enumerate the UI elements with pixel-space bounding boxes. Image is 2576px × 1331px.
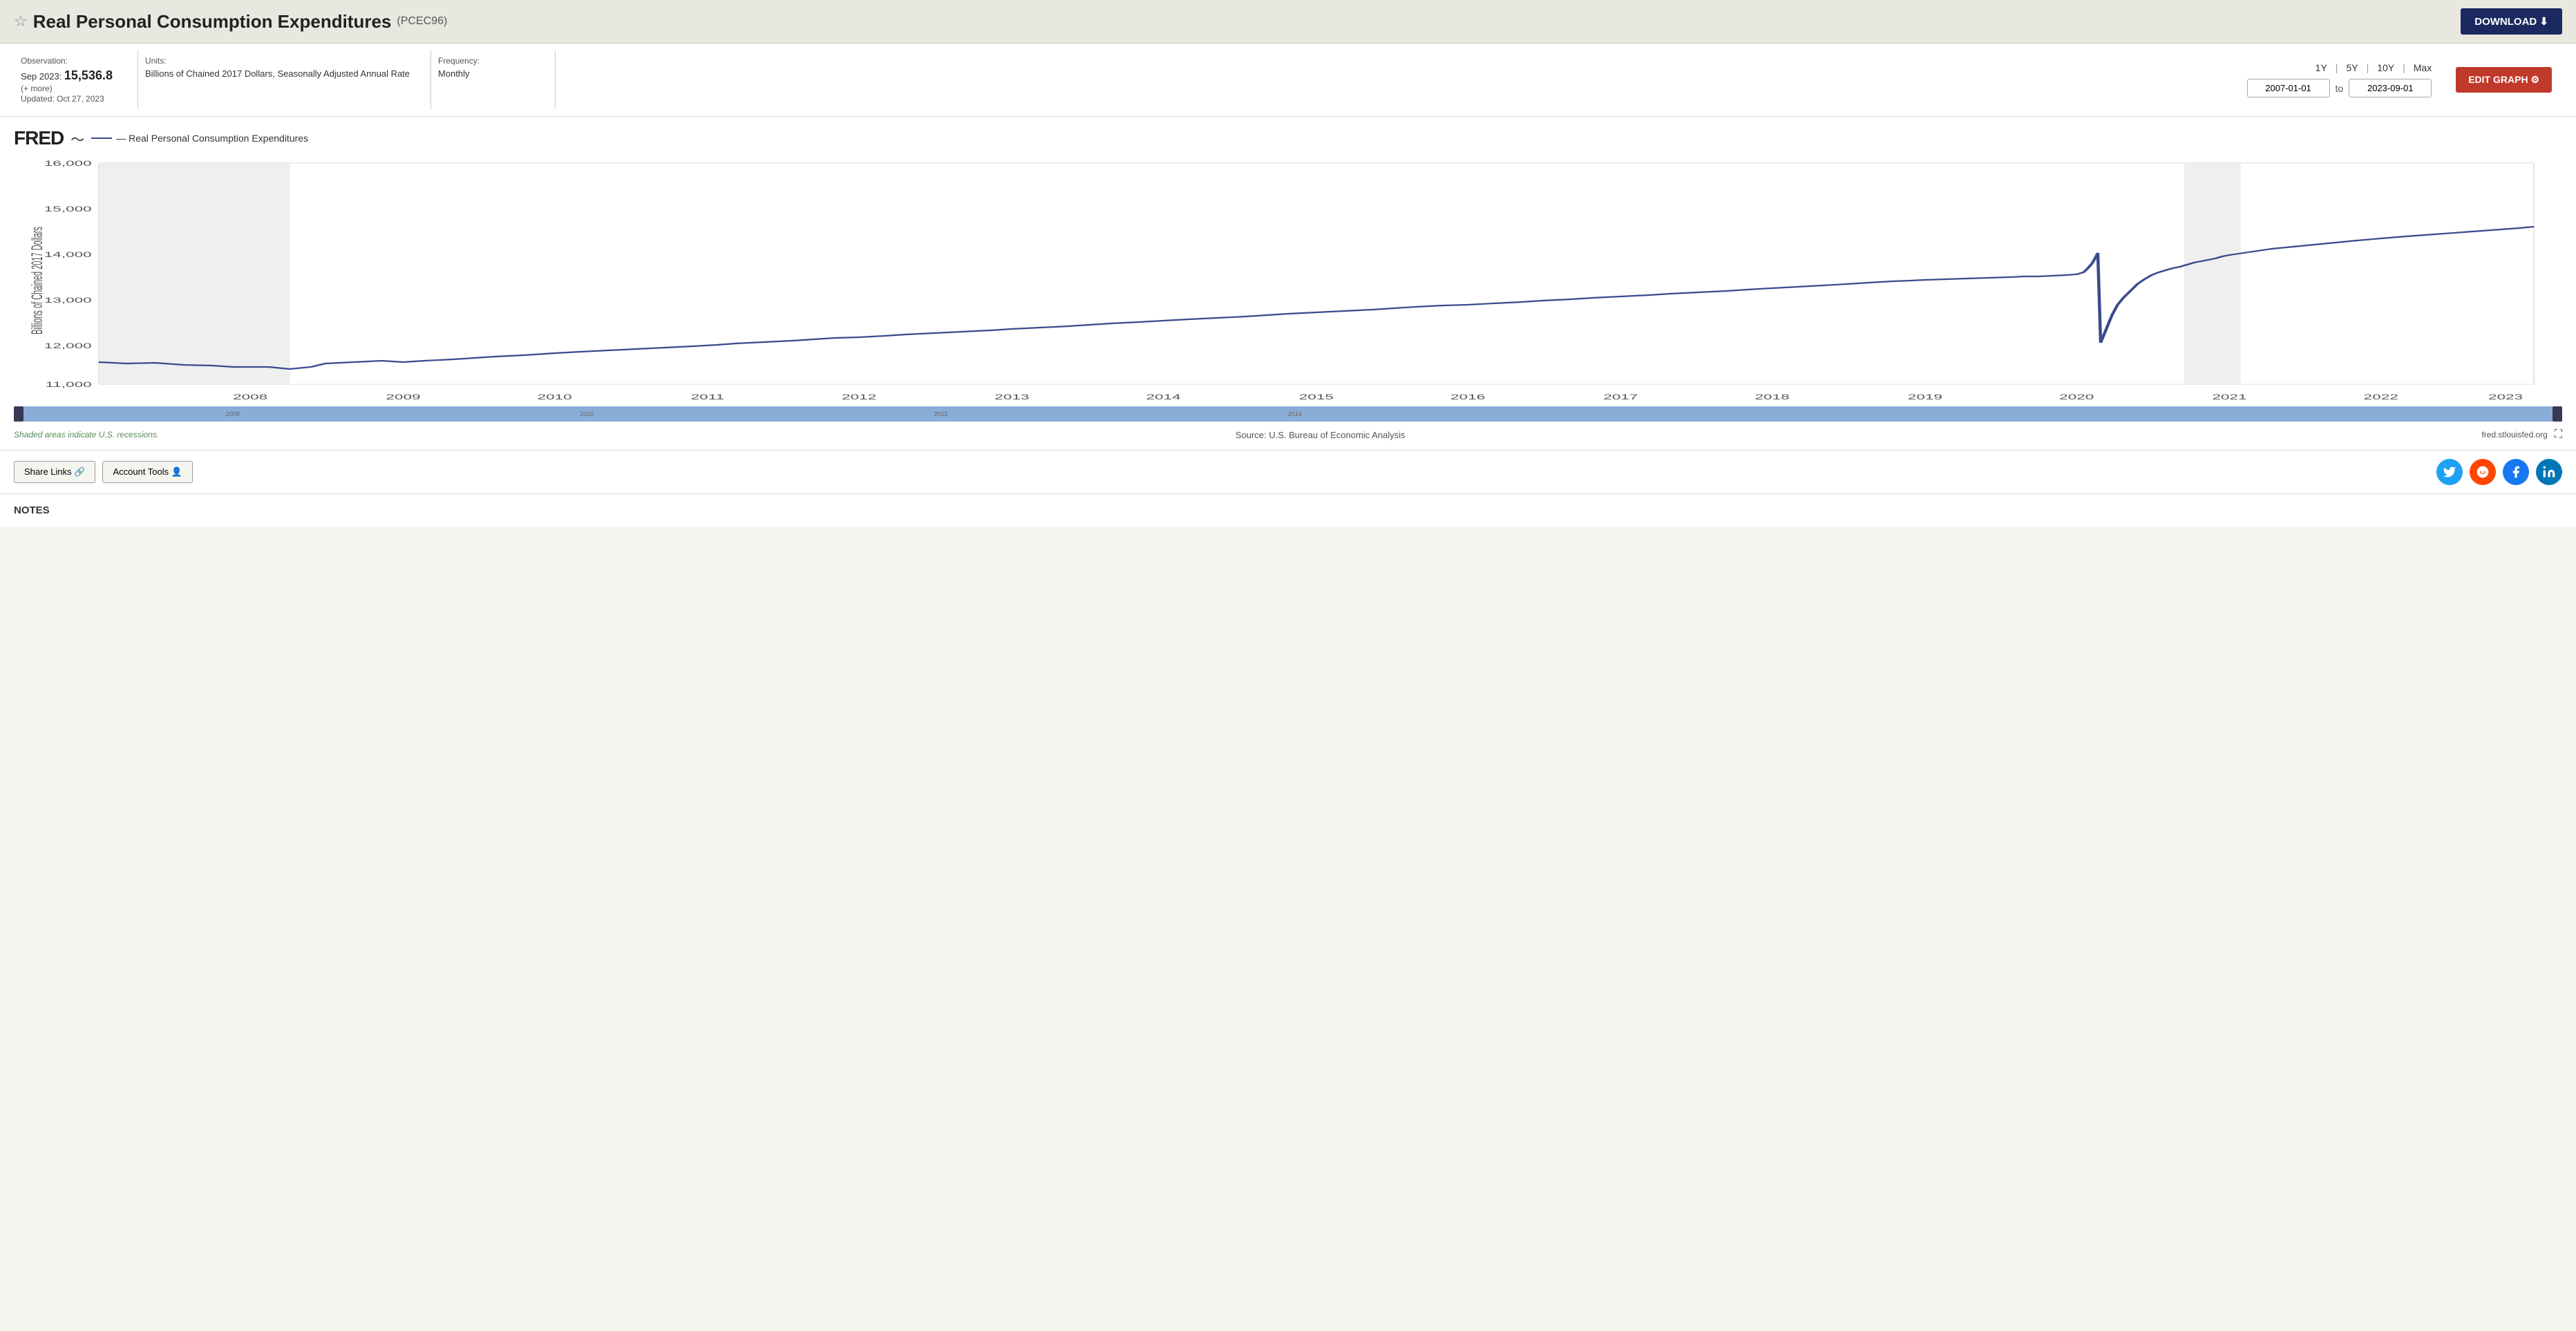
notes-section: NOTES <box>0 493 2576 527</box>
chart-scrollbar[interactable]: 2008 2010 2012 2014 <box>14 406 2562 422</box>
svg-text:2023: 2023 <box>2488 393 2523 401</box>
page-title: Real Personal Consumption Expenditures <box>33 11 392 32</box>
share-links-button[interactable]: Share Links 🔗 <box>14 461 95 483</box>
svg-text:2009: 2009 <box>386 393 420 401</box>
units-section: Units: Billions of Chained 2017 Dollars,… <box>138 50 431 109</box>
chart-footer: Shaded areas indicate U.S. recessions. S… <box>14 423 2562 446</box>
twitter-icon[interactable] <box>2436 459 2463 485</box>
chart-legend: — Real Personal Consumption Expenditures <box>91 133 308 144</box>
chart-svg: Billions of Chained 2017 Dollars 16,000 … <box>14 156 2562 405</box>
units-value: Billions of Chained 2017 Dollars, Season… <box>145 68 410 79</box>
observation-number: 15,536.8 <box>64 68 113 82</box>
fred-url: fred.stlouisfed.org <box>2481 430 2547 440</box>
svg-text:2017: 2017 <box>1603 393 1638 401</box>
units-label: Units: <box>145 56 410 66</box>
scrollbar-left-handle[interactable] <box>14 406 23 422</box>
period-1y[interactable]: 1Y <box>2315 62 2327 73</box>
legend-dash <box>91 138 112 139</box>
action-bar: Share Links 🔗 Account Tools 👤 <box>0 450 2576 493</box>
svg-text:2022: 2022 <box>2364 393 2398 401</box>
date-to-input[interactable] <box>2349 79 2432 97</box>
frequency-section: Frequency: Monthly <box>431 50 556 109</box>
svg-text:13,000: 13,000 <box>44 296 92 304</box>
reddit-icon[interactable] <box>2470 459 2496 485</box>
svg-text:16,000: 16,000 <box>44 159 92 167</box>
svg-text:2018: 2018 <box>1755 393 1790 401</box>
observation-updated: Updated: Oct 27, 2023 <box>21 94 104 104</box>
svg-text:2021: 2021 <box>2212 393 2246 401</box>
svg-text:2014: 2014 <box>1146 393 1181 401</box>
svg-text:14,000: 14,000 <box>44 250 92 258</box>
frequency-label: Frequency: <box>438 56 534 66</box>
observation-value: Sep 2023: 15,536.8 (+ more) Updated: Oct… <box>21 68 117 104</box>
date-from-input[interactable] <box>2247 79 2330 97</box>
svg-text:2020: 2020 <box>2059 393 2094 401</box>
observation-section: Observation: Sep 2023: 15,536.8 (+ more)… <box>14 50 138 109</box>
top-bar: ☆ Real Personal Consumption Expenditures… <box>0 0 2576 44</box>
scrollbar-right-handle[interactable] <box>2553 406 2562 422</box>
fullscreen-icon[interactable]: ⛶ <box>2555 428 2562 441</box>
observation-label: Observation: <box>21 56 117 66</box>
account-tools-label: Account Tools 👤 <box>113 466 182 478</box>
source-note: Source: U.S. Bureau of Economic Analysis <box>1235 430 1405 440</box>
period-max[interactable]: Max <box>2414 62 2432 73</box>
observation-more[interactable]: (+ more) <box>21 84 53 93</box>
date-to-label: to <box>2336 83 2344 94</box>
svg-text:12,000: 12,000 <box>44 341 92 350</box>
fred-logo: FRED <box>14 127 64 149</box>
chart-header: FRED 〜 — Real Personal Consumption Expen… <box>14 127 2562 149</box>
fred-wave-icon: 〜 <box>70 129 84 149</box>
scrollbar-track: 2008 2010 2012 2014 <box>23 406 2553 422</box>
share-links-label: Share Links 🔗 <box>24 466 85 478</box>
frequency-value: Monthly <box>438 68 534 79</box>
svg-text:11,000: 11,000 <box>45 380 91 388</box>
date-range-row: to <box>2247 79 2432 97</box>
chart-area: Billions of Chained 2017 Dollars 16,000 … <box>14 156 2562 405</box>
meta-bar: Observation: Sep 2023: 15,536.8 (+ more)… <box>0 44 2576 117</box>
recession-note: Shaded areas indicate U.S. recessions. <box>14 430 159 440</box>
svg-text:2016: 2016 <box>1450 393 1485 401</box>
svg-text:2011: 2011 <box>691 393 724 401</box>
svg-text:2010: 2010 <box>538 393 572 401</box>
date-controls: 1Y | 5Y | 10Y | Max to <box>2233 50 2446 109</box>
observation-date: Sep 2023: <box>21 71 61 82</box>
period-10y[interactable]: 10Y <box>2377 62 2394 73</box>
edit-graph-button[interactable]: EDIT GRAPH ⚙ <box>2456 67 2552 93</box>
period-links: 1Y | 5Y | 10Y | Max <box>2315 62 2432 73</box>
svg-text:2008: 2008 <box>233 393 267 401</box>
title-area: ☆ Real Personal Consumption Expenditures… <box>14 11 447 32</box>
chart-container: FRED 〜 — Real Personal Consumption Expen… <box>0 117 2576 450</box>
star-icon[interactable]: ☆ <box>14 12 28 30</box>
legend-label: — Real Personal Consumption Expenditures <box>116 133 308 144</box>
svg-text:2013: 2013 <box>994 393 1029 401</box>
facebook-icon[interactable] <box>2503 459 2529 485</box>
download-button[interactable]: DOWNLOAD ⬇ <box>2461 8 2562 35</box>
notes-title: NOTES <box>14 504 50 516</box>
social-icons <box>2436 459 2562 485</box>
svg-text:2015: 2015 <box>1299 393 1334 401</box>
svg-text:15,000: 15,000 <box>44 205 92 213</box>
svg-text:2019: 2019 <box>1908 393 1942 401</box>
linkedin-icon[interactable] <box>2536 459 2562 485</box>
account-tools-button[interactable]: Account Tools 👤 <box>102 461 193 483</box>
period-5y[interactable]: 5Y <box>2346 62 2358 73</box>
series-id: (PCEC96) <box>397 15 447 28</box>
edit-button-area: EDIT GRAPH ⚙ <box>2445 50 2562 109</box>
svg-text:2012: 2012 <box>842 393 876 401</box>
svg-text:Billions of Chained 2017 Dolla: Billions of Chained 2017 Dollars <box>28 227 46 334</box>
action-buttons-left: Share Links 🔗 Account Tools 👤 <box>14 461 193 483</box>
